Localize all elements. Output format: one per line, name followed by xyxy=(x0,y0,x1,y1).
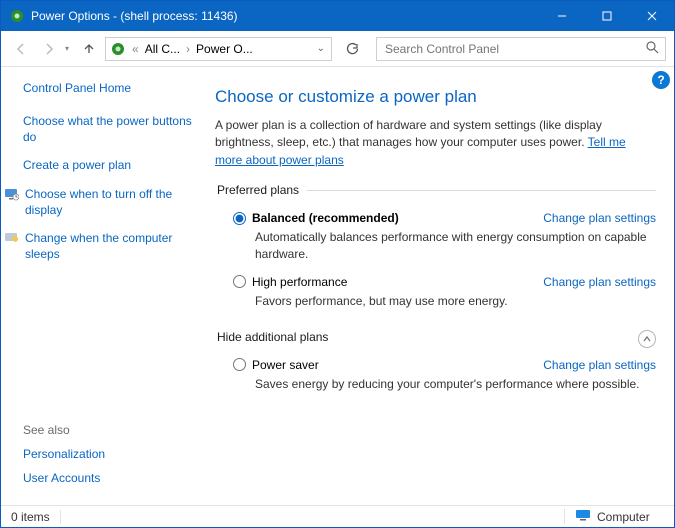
see-also-header: See also xyxy=(23,423,199,437)
location-icon xyxy=(110,41,126,57)
plan-radio-label[interactable]: Power saver xyxy=(233,358,319,372)
back-button[interactable] xyxy=(9,37,33,61)
sleep-icon xyxy=(3,230,19,246)
plan-name: High performance xyxy=(252,275,347,289)
address-dropdown[interactable]: ⌄ xyxy=(315,43,327,54)
toolbar: ▾ « All C... › Power O... ⌄ xyxy=(1,31,674,67)
search-box[interactable] xyxy=(376,37,666,61)
breadcrumb-sep: « xyxy=(132,42,139,56)
breadcrumb-level2[interactable]: Power O... xyxy=(196,42,253,56)
plan-description: Saves energy by reducing your computer's… xyxy=(255,376,656,393)
minimize-button[interactable] xyxy=(539,1,584,31)
sidebar-item: Create a power plan xyxy=(23,157,199,173)
power-plan: High performance Change plan settings Favo… xyxy=(215,271,656,318)
power-plan: Balanced (recommended) Change plan settin… xyxy=(215,207,656,271)
control-panel-home-link[interactable]: Control Panel Home xyxy=(23,81,199,95)
address-bar[interactable]: « All C... › Power O... ⌄ xyxy=(105,37,332,61)
display-icon xyxy=(3,186,19,202)
sidebar: Control Panel Home Choose what the power… xyxy=(1,67,211,505)
preferred-plans-legend: Preferred plans xyxy=(215,183,307,197)
search-input[interactable] xyxy=(383,41,646,57)
plan-description: Automatically balances performance with … xyxy=(255,229,656,263)
power-plan: Power saver Change plan settings Saves ene… xyxy=(215,354,656,401)
maximize-button[interactable] xyxy=(584,1,629,31)
sidebar-item: Choose what the power buttons do xyxy=(23,113,199,145)
sidebar-link[interactable]: Choose when to turn off the display xyxy=(25,186,199,218)
forward-button[interactable] xyxy=(37,37,61,61)
plan-radio[interactable] xyxy=(233,275,246,288)
help-button[interactable]: ? xyxy=(652,71,670,89)
collapse-icon[interactable] xyxy=(638,330,656,348)
change-plan-settings-link[interactable]: Change plan settings xyxy=(543,211,656,225)
change-plan-settings-link[interactable]: Change plan settings xyxy=(543,275,656,289)
breadcrumb-level1[interactable]: All C... xyxy=(145,42,180,56)
status-computer: Computer xyxy=(564,509,674,524)
up-button[interactable] xyxy=(77,37,101,61)
computer-icon xyxy=(575,509,591,524)
refresh-button[interactable] xyxy=(340,37,364,61)
search-icon[interactable] xyxy=(646,41,659,57)
see-also-link[interactable]: User Accounts xyxy=(23,471,199,485)
plan-description: Favors performance, but may use more ene… xyxy=(255,293,656,310)
status-computer-label: Computer xyxy=(597,510,650,524)
sidebar-item: Change when the computer sleeps xyxy=(23,230,199,262)
page-intro: A power plan is a collection of hardware… xyxy=(215,117,648,169)
plan-radio[interactable] xyxy=(233,358,246,371)
change-plan-settings-link[interactable]: Change plan settings xyxy=(543,358,656,372)
status-items: 0 items xyxy=(1,510,61,524)
additional-plans-legend[interactable]: Hide additional plans xyxy=(217,330,336,344)
window-title: Power Options - (shell process: 11436) xyxy=(31,9,539,23)
sidebar-item: Choose when to turn off the display xyxy=(23,186,199,218)
preferred-plans-group: Preferred plans Balanced (recommended) Ch… xyxy=(215,183,656,317)
sidebar-link[interactable]: Create a power plan xyxy=(23,157,131,173)
plan-radio-label[interactable]: High performance xyxy=(233,275,347,289)
intro-text: A power plan is a collection of hardware… xyxy=(215,118,602,149)
status-bar: 0 items Computer xyxy=(1,505,674,527)
history-dropdown[interactable]: ▾ xyxy=(65,44,69,53)
app-icon xyxy=(9,8,25,24)
sidebar-link[interactable]: Choose what the power buttons do xyxy=(23,113,199,145)
plan-radio[interactable] xyxy=(233,212,246,225)
plan-radio-label[interactable]: Balanced (recommended) xyxy=(233,211,399,225)
plan-name: Balanced (recommended) xyxy=(252,211,399,225)
close-button[interactable] xyxy=(629,1,674,31)
chevron-right-icon: › xyxy=(186,42,190,56)
plan-name: Power saver xyxy=(252,358,319,372)
sidebar-link[interactable]: Change when the computer sleeps xyxy=(25,230,199,262)
content-area: ? Choose or customize a power plan A pow… xyxy=(211,67,674,505)
additional-plans-group: Hide additional plans Power saver Change … xyxy=(215,330,656,401)
see-also-link[interactable]: Personalization xyxy=(23,447,199,461)
page-heading: Choose or customize a power plan xyxy=(215,87,656,107)
title-bar: Power Options - (shell process: 11436) xyxy=(1,1,674,31)
